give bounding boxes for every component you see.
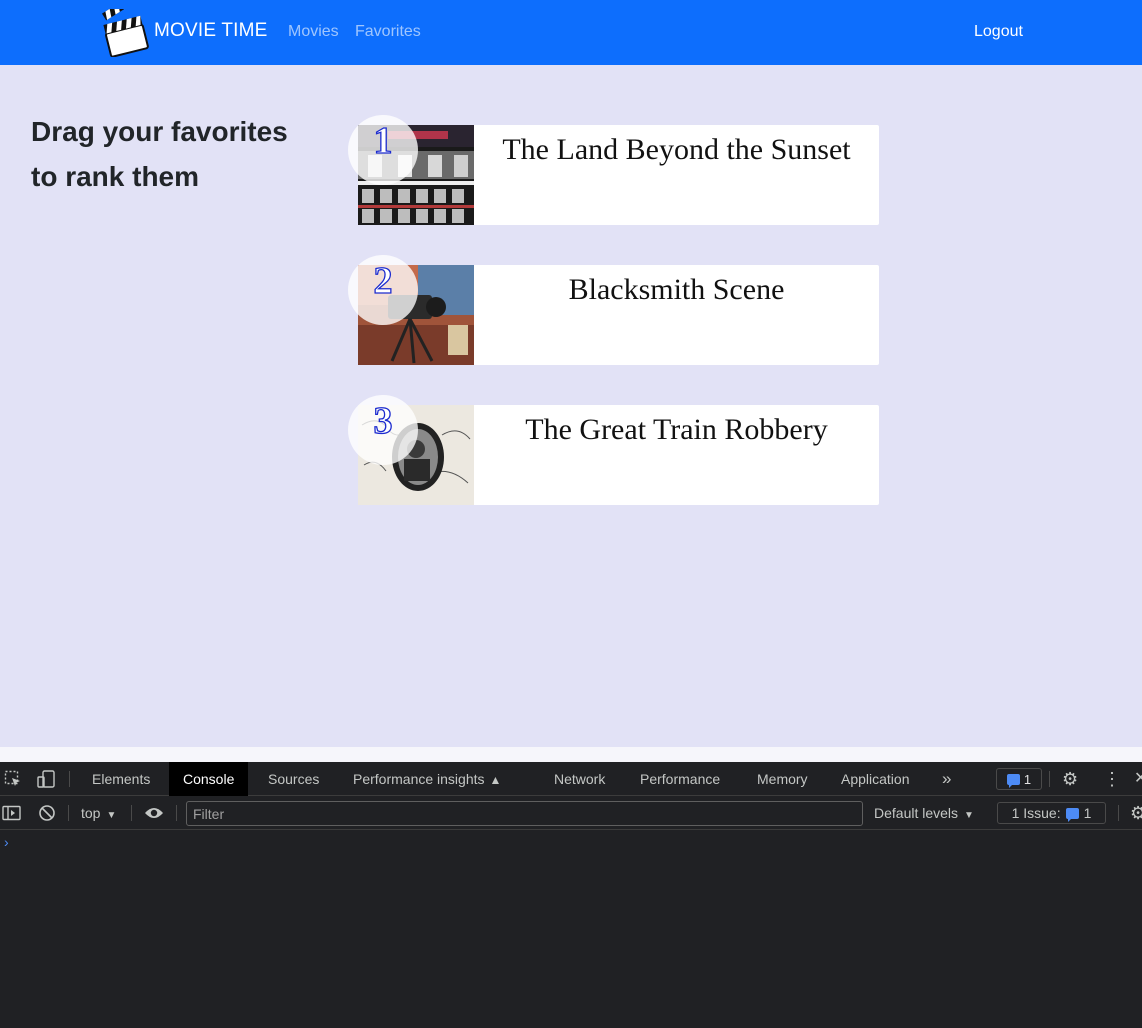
context-selector[interactable]: top ▼ [81,796,116,833]
tab-label: Performance insights [353,771,485,787]
issues-badge[interactable]: 1 [996,768,1042,790]
settings-icon[interactable]: ⚙ [1130,796,1142,830]
tab-memory[interactable]: Memory [743,762,822,796]
brand-link[interactable]: MOVIE TIME [101,8,268,58]
tab-performance-insights[interactable]: Performance insights ▲ [339,762,515,796]
rank-badge: 3 [348,395,418,465]
favorite-card[interactable]: 2 Blacksmith Scene [348,255,879,365]
eye-icon[interactable] [144,796,164,830]
console-prompt[interactable]: › [4,834,9,850]
rank-number: 2 [373,259,393,302]
separator [68,805,69,821]
sidebar-toggle-icon[interactable] [2,796,22,830]
clapperboard-icon [102,9,149,57]
movie-title: The Great Train Robbery [525,413,828,446]
favorite-card[interactable]: 3 The Great Train Robbery [348,395,879,505]
log-levels-selector[interactable]: Default levels ▼ [874,796,974,833]
movie-title: Blacksmith Scene [568,273,785,306]
separator [1049,771,1050,787]
console-toolbar: top ▼ Default levels ▼ 1 Issue: 1 ⚙ [0,796,1142,830]
more-tabs-icon[interactable]: » [942,762,951,796]
favorite-card[interactable]: 1 The Land Beyond the Sunset [348,115,879,225]
issues-label: 1 Issue: [1011,805,1061,821]
dropdown-arrow-icon: ▼ [106,810,117,821]
issues-counter-button[interactable]: 1 Issue: 1 [997,802,1106,824]
movie-title: The Land Beyond the Sunset [502,133,851,166]
issues-count: 1 [1083,805,1092,821]
nav-movies-link[interactable]: Movies [288,23,339,41]
logout-link[interactable]: Logout [974,23,1023,41]
tab-application[interactable]: Application [827,762,924,796]
close-icon[interactable]: ✕ [1134,762,1142,796]
page-heading: Drag your favorites to rank them [31,116,288,192]
tab-sources[interactable]: Sources [254,762,333,796]
separator [1118,805,1119,821]
device-toggle-icon[interactable] [36,762,56,796]
settings-icon[interactable]: ⚙ [1062,762,1078,796]
navbar: MOVIE TIME Movies Favorites Logout [0,0,1142,65]
nav-favorites-link[interactable]: Favorites [355,23,421,41]
console-filter-input[interactable] [186,801,863,826]
tab-performance[interactable]: Performance [626,762,734,796]
issues-badge-count: 1 [1023,771,1032,787]
rank-badge: 2 [348,255,418,325]
tab-console[interactable]: Console [169,762,249,796]
brand-title: MOVIE TIME [154,20,268,41]
separator [69,771,70,787]
dropdown-arrow-icon: ▼ [964,810,974,821]
flask-icon: ▲ [489,773,502,787]
page-bottom-strip [0,747,1142,762]
inspect-icon[interactable] [4,762,22,796]
rank-number: 1 [373,119,393,162]
devtools-tabbar: Elements Console Sources Performance ins… [0,762,1142,796]
issues-chat-icon [1065,807,1079,822]
clear-console-icon[interactable] [38,796,56,830]
favorites-page: Drag your favorites to rank them 1 The L… [0,65,1142,747]
tab-elements[interactable]: Elements [78,762,164,796]
levels-label: Default levels [874,805,959,821]
separator [176,805,177,821]
context-label: top [81,805,101,821]
devtools-panel: Elements Console Sources Performance ins… [0,762,1142,1028]
separator [131,805,132,821]
tab-network[interactable]: Network [540,762,619,796]
kebab-menu-icon[interactable]: ⋮ [1103,762,1121,796]
rank-number: 3 [373,399,393,442]
issues-chat-icon [1006,773,1020,788]
rank-badge: 1 [348,115,418,185]
